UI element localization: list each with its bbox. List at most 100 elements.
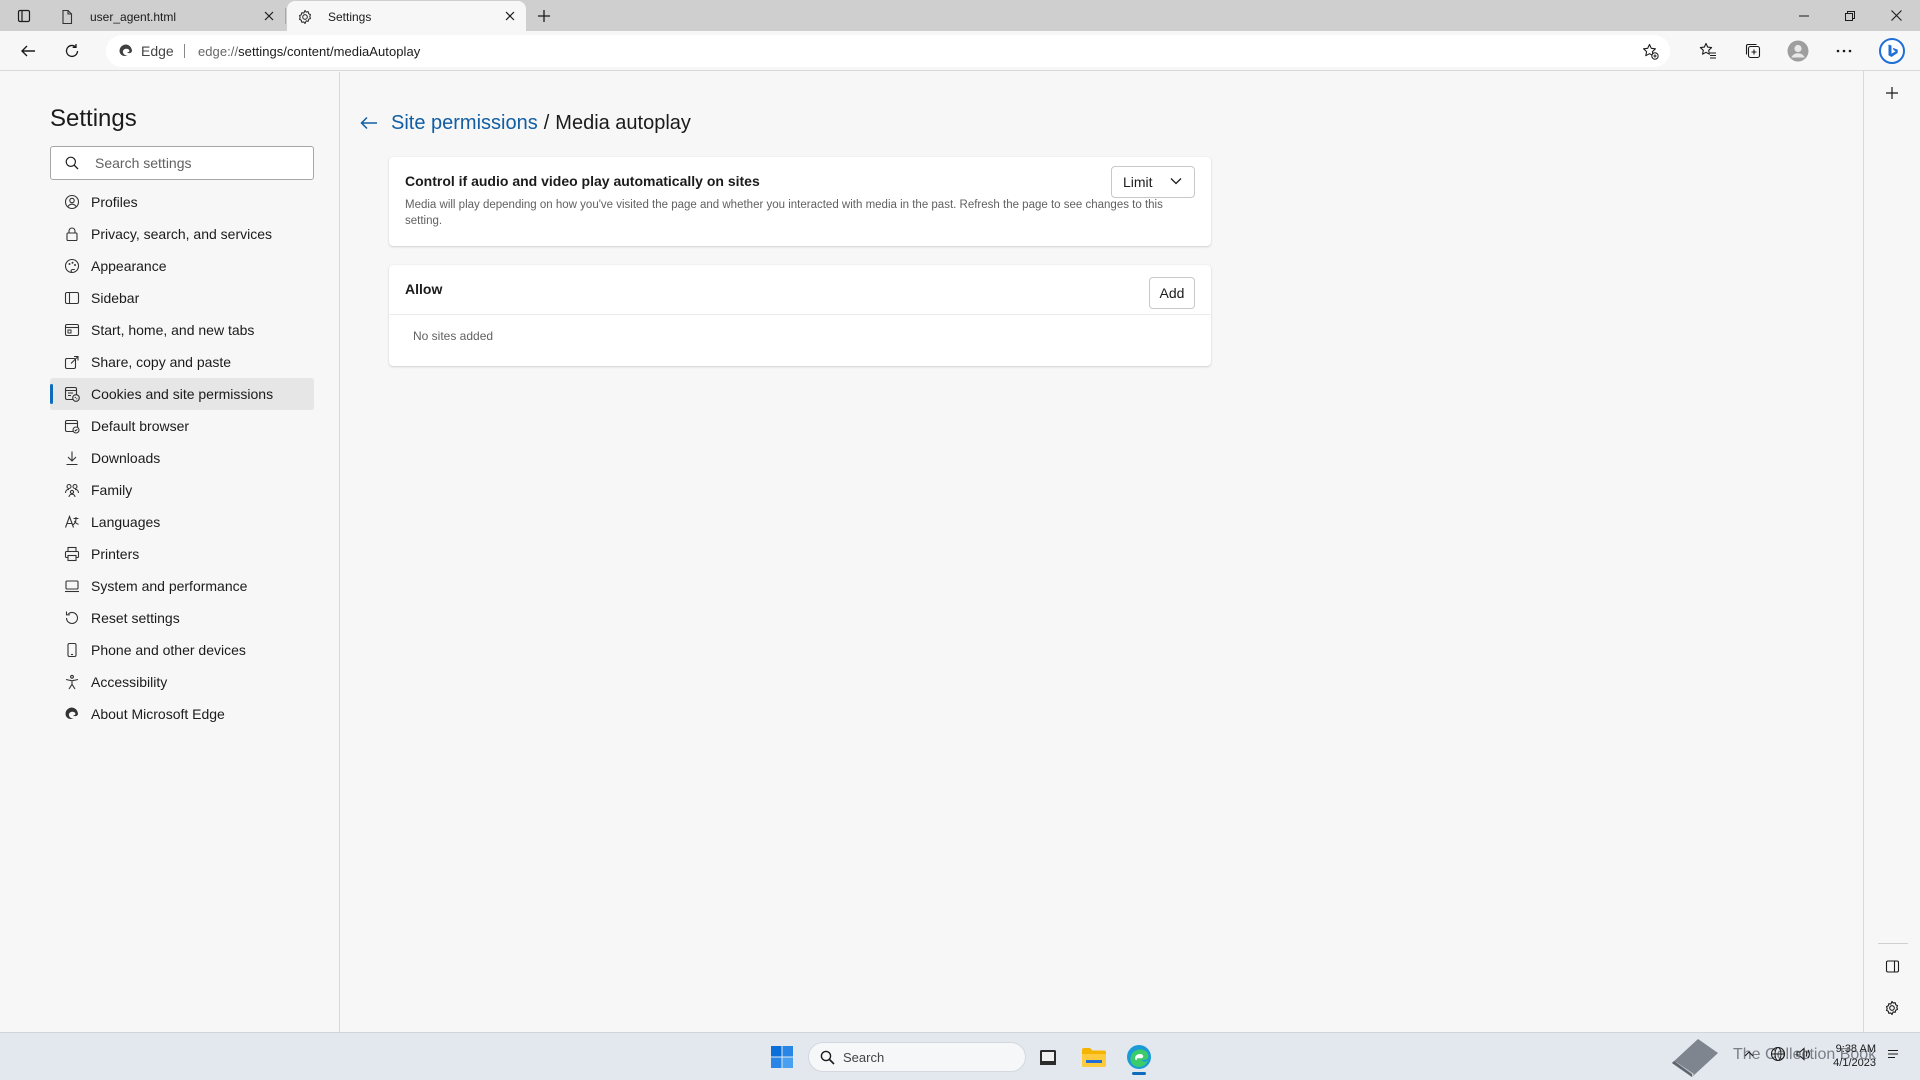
close-icon bbox=[264, 11, 274, 21]
tab-user-agent[interactable]: user_agent.html bbox=[49, 1, 285, 32]
sidebar-item-privacy[interactable]: Privacy, search, and services bbox=[50, 218, 314, 250]
url-path: settings/content/mediaAutoplay bbox=[238, 44, 421, 59]
card-divider bbox=[389, 314, 1211, 315]
new-tab-button[interactable] bbox=[532, 4, 556, 28]
chevron-down-icon bbox=[1170, 178, 1182, 185]
sidebar-item-accessibility[interactable]: Accessibility bbox=[50, 666, 314, 698]
sidebar-item-about[interactable]: About Microsoft Edge bbox=[50, 698, 314, 730]
clock-time: 9:38 AM bbox=[1835, 1043, 1876, 1055]
windows-taskbar: Search The Collection Book 9:38 AM 4/1/2… bbox=[0, 1032, 1920, 1080]
settings-title: Settings bbox=[50, 105, 137, 132]
file-explorer-button[interactable] bbox=[1076, 1039, 1112, 1075]
sidebar-item-label: Downloads bbox=[91, 450, 161, 466]
windows-logo-icon bbox=[771, 1046, 793, 1068]
sidebar-item-label: Sidebar bbox=[91, 290, 140, 306]
tab-close-button[interactable] bbox=[502, 8, 518, 24]
sidebar-item-printers[interactable]: Printers bbox=[50, 538, 314, 570]
sidebar-item-start-home[interactable]: Start, home, and new tabs bbox=[50, 314, 314, 346]
sidebar-item-label: Share, copy and paste bbox=[91, 354, 232, 370]
tab-actions-icon bbox=[17, 9, 31, 23]
settings-sidebar: Settings Profiles Privacy, search, and s… bbox=[0, 72, 340, 1032]
address-bar[interactable]: Edge edge://settings/content/mediaAutopl… bbox=[106, 35, 1670, 67]
address-url[interactable]: edge://settings/content/mediaAutoplay bbox=[198, 44, 420, 59]
system-clock[interactable]: 9:38 AM 4/1/2023 bbox=[1826, 1042, 1876, 1070]
sidebar-item-family[interactable]: Family bbox=[50, 474, 314, 506]
start-button[interactable] bbox=[764, 1039, 800, 1075]
tab-close-button[interactable] bbox=[261, 8, 277, 24]
search-input[interactable] bbox=[95, 154, 300, 172]
sidebar-item-languages[interactable]: Languages bbox=[50, 506, 314, 538]
settings-nav-list: Profiles Privacy, search, and services A… bbox=[50, 186, 314, 730]
breadcrumb-parent-link[interactable]: Site permissions bbox=[391, 112, 538, 135]
avatar-icon bbox=[1787, 40, 1809, 62]
tab-actions-button[interactable] bbox=[8, 4, 40, 28]
sidebar-item-cookies[interactable]: Cookies and site permissions bbox=[50, 378, 314, 410]
download-icon bbox=[63, 449, 81, 467]
favorites-button[interactable] bbox=[1693, 36, 1723, 66]
refresh-icon bbox=[65, 44, 79, 58]
taskbar-search[interactable]: Search bbox=[808, 1042, 1026, 1072]
plus-icon bbox=[1886, 87, 1898, 99]
volume-button[interactable] bbox=[1794, 1045, 1812, 1063]
collections-button[interactable] bbox=[1738, 36, 1768, 66]
show-hidden-icons-button[interactable] bbox=[1740, 1045, 1758, 1063]
sidebar-item-share[interactable]: Share, copy and paste bbox=[50, 346, 314, 378]
sidebar-item-label: Default browser bbox=[91, 418, 190, 434]
close-window-button[interactable] bbox=[1873, 0, 1919, 31]
favorites-icon bbox=[1699, 42, 1716, 59]
file-icon bbox=[62, 9, 73, 24]
more-options-button[interactable] bbox=[1829, 36, 1859, 66]
edge-sidebar bbox=[1863, 71, 1920, 1032]
sidebar-item-system[interactable]: System and performance bbox=[50, 570, 314, 602]
minimize-button[interactable] bbox=[1781, 0, 1827, 31]
back-to-site-permissions-button[interactable] bbox=[357, 111, 381, 135]
task-view-icon bbox=[1040, 1050, 1056, 1065]
reset-icon bbox=[63, 609, 81, 627]
autoplay-control-card: Control if audio and video play automati… bbox=[389, 157, 1211, 246]
add-site-button[interactable]: Add bbox=[1149, 277, 1195, 309]
copilot-button[interactable] bbox=[1877, 36, 1907, 66]
settings-search[interactable] bbox=[50, 146, 314, 180]
panel-icon bbox=[1885, 959, 1899, 973]
restore-button[interactable] bbox=[1827, 0, 1873, 31]
task-view-button[interactable] bbox=[1030, 1039, 1066, 1075]
edge-logo-icon bbox=[63, 705, 81, 723]
sidebar-item-downloads[interactable]: Downloads bbox=[50, 442, 314, 474]
tab-title: user_agent.html bbox=[90, 9, 177, 24]
sidebar-item-default-browser[interactable]: Default browser bbox=[50, 410, 314, 442]
back-arrow-icon bbox=[360, 116, 377, 130]
sidebar-settings-button[interactable] bbox=[1878, 994, 1906, 1022]
notifications-button[interactable] bbox=[1884, 1045, 1902, 1063]
sidebar-item-label: Reset settings bbox=[91, 610, 180, 626]
dropdown-value: Limit bbox=[1123, 174, 1153, 190]
network-button[interactable] bbox=[1769, 1045, 1787, 1063]
tab-title: Settings bbox=[328, 9, 372, 24]
hide-sidebar-button[interactable] bbox=[1878, 952, 1906, 980]
autoplay-dropdown[interactable]: Limit bbox=[1111, 166, 1195, 198]
gear-icon bbox=[1885, 1000, 1899, 1016]
refresh-button[interactable] bbox=[57, 36, 87, 66]
collections-icon bbox=[1745, 43, 1761, 59]
sidebar-item-profiles[interactable]: Profiles bbox=[50, 186, 314, 218]
sidebar-item-reset[interactable]: Reset settings bbox=[50, 602, 314, 634]
lock-icon bbox=[63, 225, 81, 243]
allow-list-card: Allow Add No sites added bbox=[389, 265, 1211, 366]
family-icon bbox=[63, 481, 81, 499]
sidebar-item-appearance[interactable]: Appearance bbox=[50, 250, 314, 282]
sidebar-item-phone[interactable]: Phone and other devices bbox=[50, 634, 314, 666]
back-arrow-icon bbox=[21, 45, 35, 57]
sidebar-add-button[interactable] bbox=[1878, 79, 1906, 107]
sidebar-item-label: Accessibility bbox=[91, 674, 168, 690]
close-icon bbox=[505, 11, 515, 21]
default-browser-icon bbox=[63, 417, 81, 435]
profile-button[interactable] bbox=[1783, 36, 1813, 66]
add-favorite-button[interactable] bbox=[1636, 37, 1664, 65]
bing-copilot-icon bbox=[1879, 38, 1905, 64]
search-icon bbox=[65, 156, 79, 170]
sidebar-item-sidebar[interactable]: Sidebar bbox=[50, 282, 314, 314]
back-button[interactable] bbox=[13, 36, 43, 66]
sidebar-divider bbox=[1878, 943, 1908, 944]
sidebar-item-label: Appearance bbox=[91, 258, 167, 274]
tab-settings[interactable]: Settings bbox=[287, 1, 526, 32]
edge-taskbar-button[interactable] bbox=[1121, 1039, 1157, 1075]
